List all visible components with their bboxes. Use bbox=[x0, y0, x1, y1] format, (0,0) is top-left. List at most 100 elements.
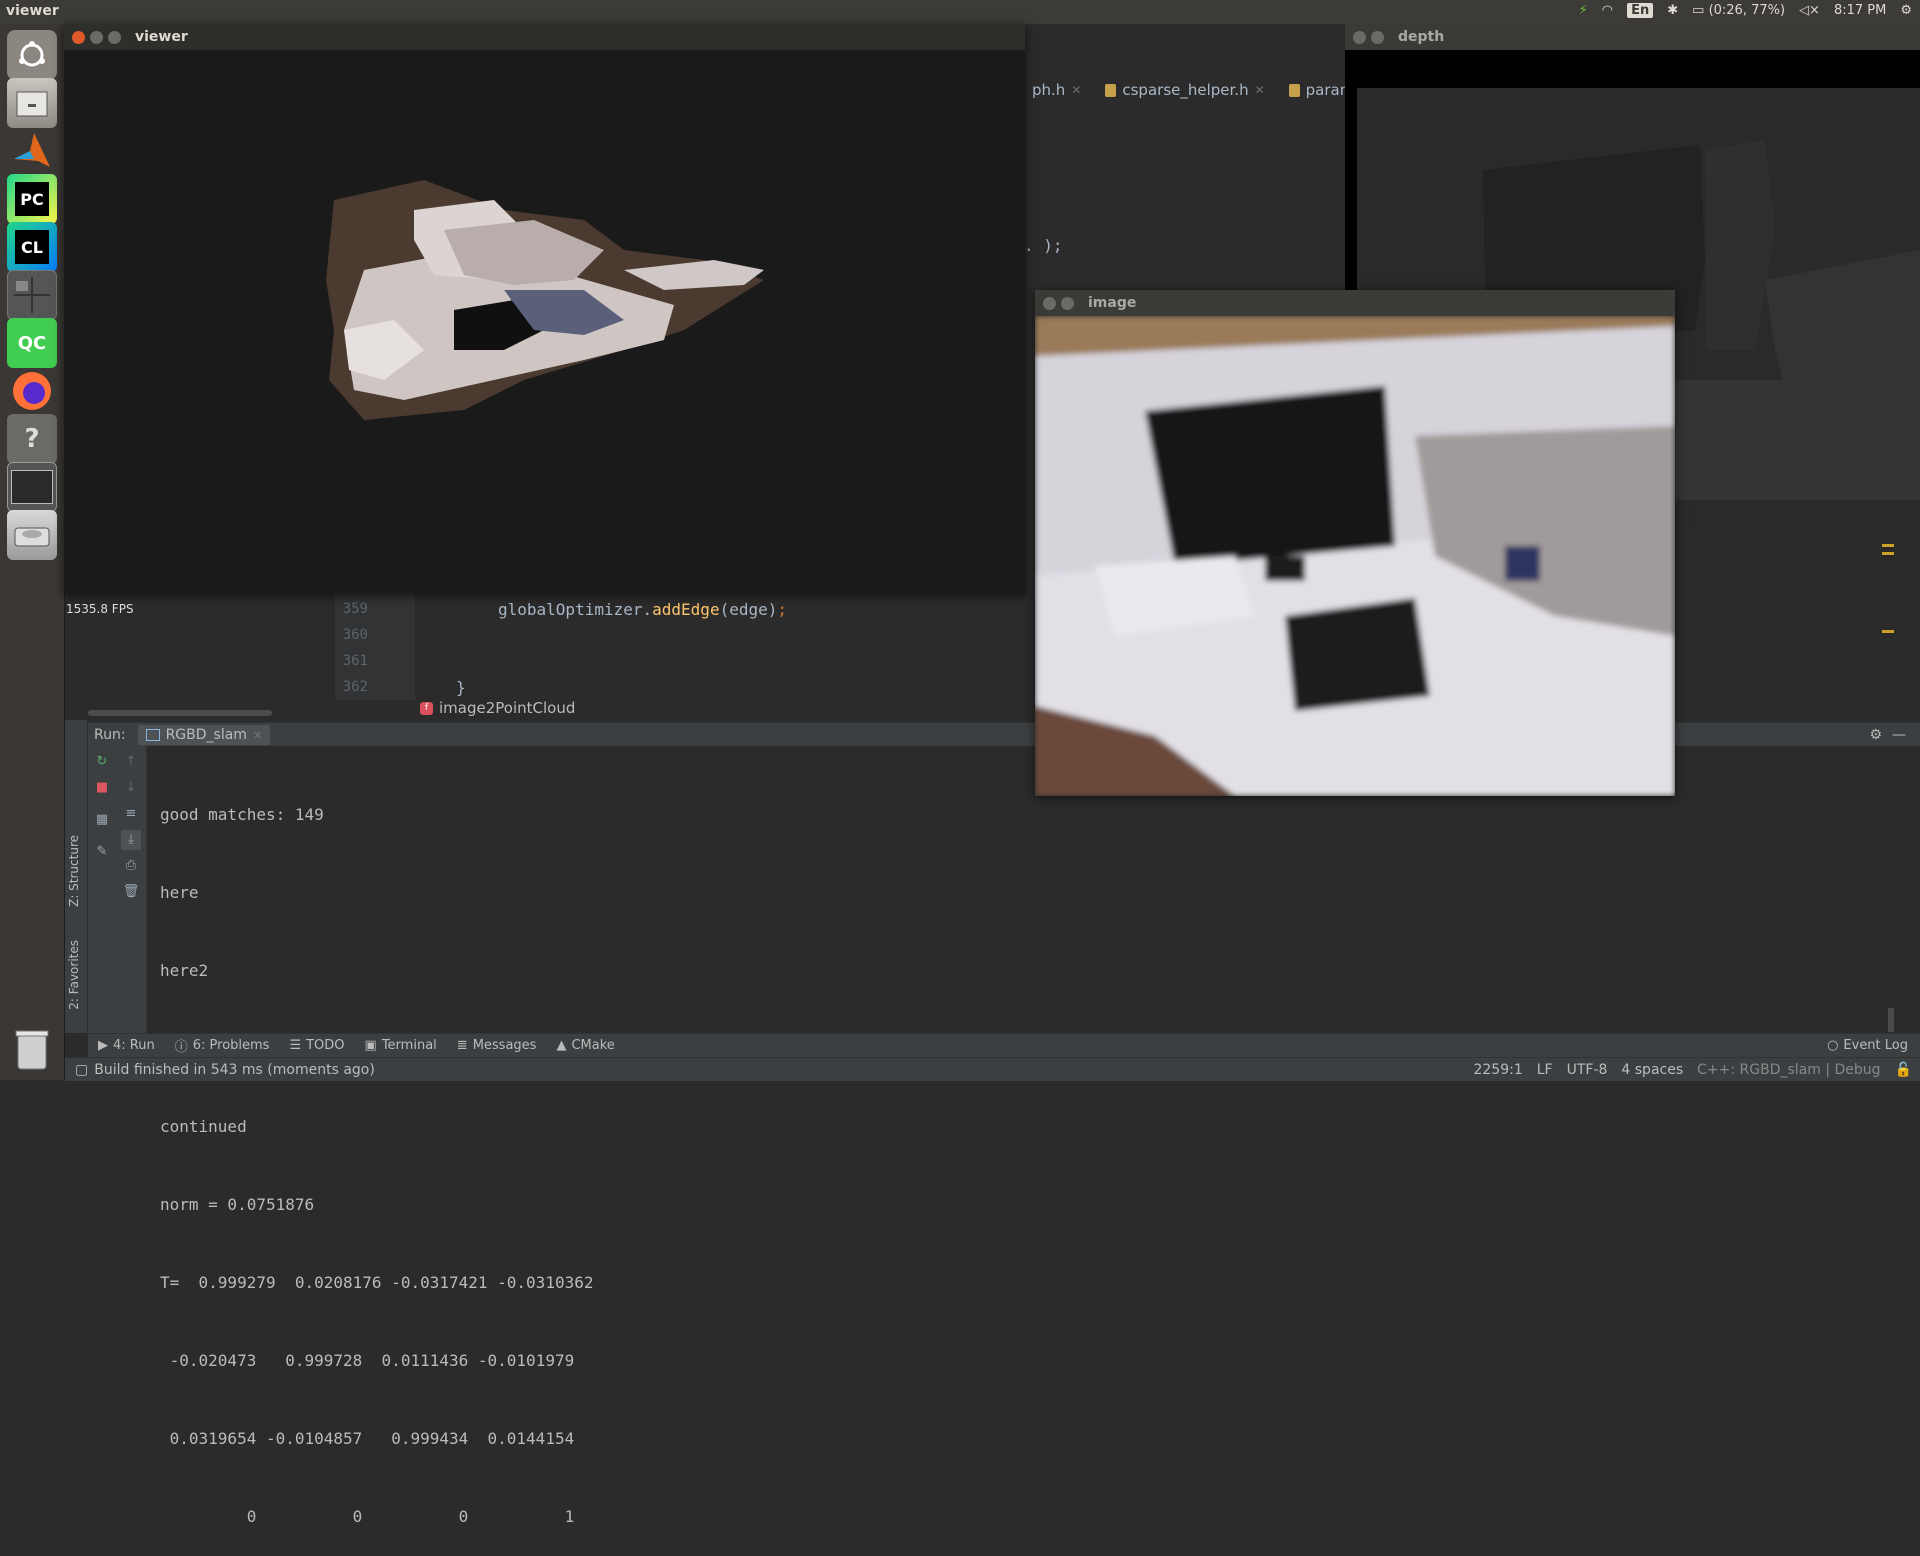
code-object: globalOptimizer bbox=[498, 600, 643, 619]
warning-marker[interactable] bbox=[1882, 552, 1894, 555]
wifi-icon[interactable]: ◠ bbox=[1602, 3, 1613, 18]
breadcrumb[interactable]: f image2PointCloud bbox=[420, 698, 575, 718]
settings-gear-icon[interactable]: ⚙ bbox=[1869, 727, 1882, 743]
tab-label: csparse_helper.h bbox=[1122, 81, 1249, 99]
tool-label: CMake bbox=[571, 1038, 615, 1053]
resolve-context[interactable]: C++: RGBD_slam | Debug bbox=[1697, 1062, 1880, 1078]
battery-indicator[interactable]: ▭ (0:26, 77%) bbox=[1692, 3, 1785, 18]
tool-todo[interactable]: ☰ TODO bbox=[289, 1038, 344, 1053]
tool-problems[interactable]: ⓘ 6: Problems bbox=[175, 1036, 270, 1055]
run-config-tab[interactable]: RGBD_slam ✕ bbox=[137, 725, 271, 745]
console-icon bbox=[145, 729, 160, 741]
firefox-icon[interactable] bbox=[7, 366, 57, 416]
window-title: viewer bbox=[135, 29, 188, 45]
trash-icon[interactable]: 🗑 bbox=[121, 882, 141, 902]
code-argument: edge bbox=[729, 600, 768, 619]
close-icon[interactable]: ✕ bbox=[253, 729, 262, 742]
soft-wrap-icon[interactable]: ≡ bbox=[121, 804, 141, 824]
pycharm-icon[interactable]: PC bbox=[7, 174, 57, 224]
tool-event-log[interactable]: ○ Event Log bbox=[1827, 1038, 1908, 1053]
matlab-icon[interactable] bbox=[7, 126, 57, 176]
window-icon[interactable] bbox=[7, 462, 57, 512]
tool-run[interactable]: ▶ 4: Run bbox=[98, 1038, 155, 1053]
clion-icon[interactable]: CL bbox=[7, 222, 57, 272]
layout-icon[interactable]: ▦ bbox=[92, 810, 112, 830]
bluetooth-icon[interactable]: ✱ bbox=[1667, 3, 1678, 18]
maximize-icon[interactable] bbox=[108, 30, 121, 44]
window-titlebar[interactable]: viewer bbox=[64, 24, 1025, 50]
tab-favorites[interactable]: 2: Favorites bbox=[67, 940, 81, 1010]
keyboard-layout-indicator[interactable]: En bbox=[1627, 3, 1654, 18]
point-cloud-view[interactable]: 1535.8 FPS bbox=[64, 50, 1025, 616]
line-number: 361 bbox=[342, 653, 368, 669]
qtcreator-icon[interactable]: QC bbox=[7, 318, 57, 368]
console-line: continued bbox=[160, 1117, 247, 1136]
console-scrollbar[interactable] bbox=[1888, 1008, 1894, 1032]
close-icon[interactable]: ✕ bbox=[1071, 83, 1081, 97]
warning-marker[interactable] bbox=[1882, 544, 1894, 547]
volume-muted-icon[interactable]: ◁× bbox=[1799, 3, 1820, 18]
stop-icon[interactable]: ■ bbox=[92, 778, 112, 798]
settings-gear-icon[interactable]: ⚙ bbox=[1900, 3, 1912, 18]
line-separator[interactable]: LF bbox=[1537, 1062, 1553, 1078]
battery-icon: ▭ bbox=[1692, 3, 1705, 18]
trash-icon[interactable] bbox=[7, 1024, 57, 1074]
close-icon[interactable] bbox=[1353, 30, 1366, 44]
caret-position[interactable]: 2259:1 bbox=[1473, 1062, 1522, 1078]
tab-structure[interactable]: Z: Structure bbox=[67, 835, 81, 907]
close-icon[interactable] bbox=[1043, 296, 1056, 310]
top-panel: viewer ⚡ ◠ En ✱ ▭ (0:26, 77%) ◁× 8:17 PM… bbox=[0, 0, 1920, 24]
workspace-switcher-icon[interactable] bbox=[7, 270, 57, 320]
tab-ph-h[interactable]: ph.h ✕ bbox=[1020, 75, 1093, 105]
panel-toggle-icon: ▢ bbox=[75, 1061, 89, 1078]
warning-marker[interactable] bbox=[1882, 630, 1894, 633]
code-fragment: . ); bbox=[1024, 236, 1063, 255]
files-icon[interactable] bbox=[7, 78, 57, 128]
status-message[interactable]: ▢ Build finished in 543 ms (moments ago) bbox=[75, 1062, 375, 1078]
rerun-icon[interactable]: ↻ bbox=[92, 752, 112, 772]
console-line: norm = 0.0751876 bbox=[160, 1195, 315, 1214]
tab-label: ph.h bbox=[1032, 81, 1066, 99]
up-arrow-icon[interactable]: ↑ bbox=[121, 752, 141, 772]
print-icon[interactable]: ⎙ bbox=[121, 856, 141, 876]
file-encoding[interactable]: UTF-8 bbox=[1567, 1062, 1608, 1078]
horizontal-scrollbar[interactable] bbox=[88, 710, 272, 716]
down-arrow-icon[interactable]: ↓ bbox=[121, 778, 141, 798]
clock[interactable]: 8:17 PM bbox=[1834, 3, 1886, 18]
tool-terminal[interactable]: ▣ Terminal bbox=[365, 1038, 437, 1053]
close-icon[interactable]: ✕ bbox=[1255, 83, 1265, 97]
lock-icon[interactable]: 🔓 bbox=[1895, 1062, 1912, 1078]
scroll-to-end-icon[interactable]: ⤓ bbox=[121, 830, 141, 850]
disk-icon[interactable] bbox=[7, 510, 57, 560]
minimize-icon[interactable] bbox=[90, 30, 103, 44]
help-label: ? bbox=[24, 424, 40, 454]
image-window: image bbox=[1035, 290, 1675, 796]
tool-messages[interactable]: ≣ Messages bbox=[457, 1038, 537, 1053]
editor-error-stripe[interactable] bbox=[1880, 540, 1896, 660]
minimize-icon[interactable] bbox=[1371, 30, 1384, 44]
window-titlebar[interactable]: image bbox=[1035, 290, 1675, 316]
pycharm-label: PC bbox=[15, 182, 49, 216]
tool-cmake[interactable]: ▲ CMake bbox=[556, 1038, 614, 1053]
viewer-window: viewer 1535.8 FPS bbox=[64, 24, 1025, 616]
close-icon[interactable] bbox=[72, 30, 85, 44]
console-line: 0.0319654 -0.0104857 0.999434 0.0144154 bbox=[160, 1429, 575, 1448]
tab-csparse-helper-h[interactable]: csparse_helper.h ✕ bbox=[1093, 75, 1276, 105]
clion-label: CL bbox=[15, 230, 49, 264]
minimize-icon[interactable] bbox=[1061, 296, 1074, 310]
power-indicator-icon[interactable]: ⚡ bbox=[1579, 3, 1588, 18]
line-number: 359 bbox=[342, 601, 368, 617]
help-icon[interactable]: ? bbox=[7, 414, 57, 464]
info-icon: ⓘ bbox=[174, 1040, 188, 1055]
indent-setting[interactable]: 4 spaces bbox=[1621, 1062, 1683, 1078]
pin-icon[interactable]: ✎ bbox=[92, 842, 112, 862]
launcher: PC CL QC ? bbox=[0, 24, 65, 1080]
minimize-icon[interactable]: — bbox=[1892, 727, 1906, 743]
window-titlebar[interactable]: depth bbox=[1345, 24, 1920, 50]
run-toolbar-right: ↑ ↓ ≡ ⤓ ⎙ 🗑 bbox=[116, 746, 147, 1033]
system-tray: ⚡ ◠ En ✱ ▭ (0:26, 77%) ◁× 8:17 PM ⚙ bbox=[1579, 3, 1912, 18]
dash-home-icon[interactable] bbox=[7, 30, 57, 80]
camera-photo-graphic bbox=[1035, 316, 1675, 796]
list-icon: ☰ bbox=[289, 1038, 302, 1053]
cmake-icon: ▲ bbox=[556, 1038, 567, 1053]
